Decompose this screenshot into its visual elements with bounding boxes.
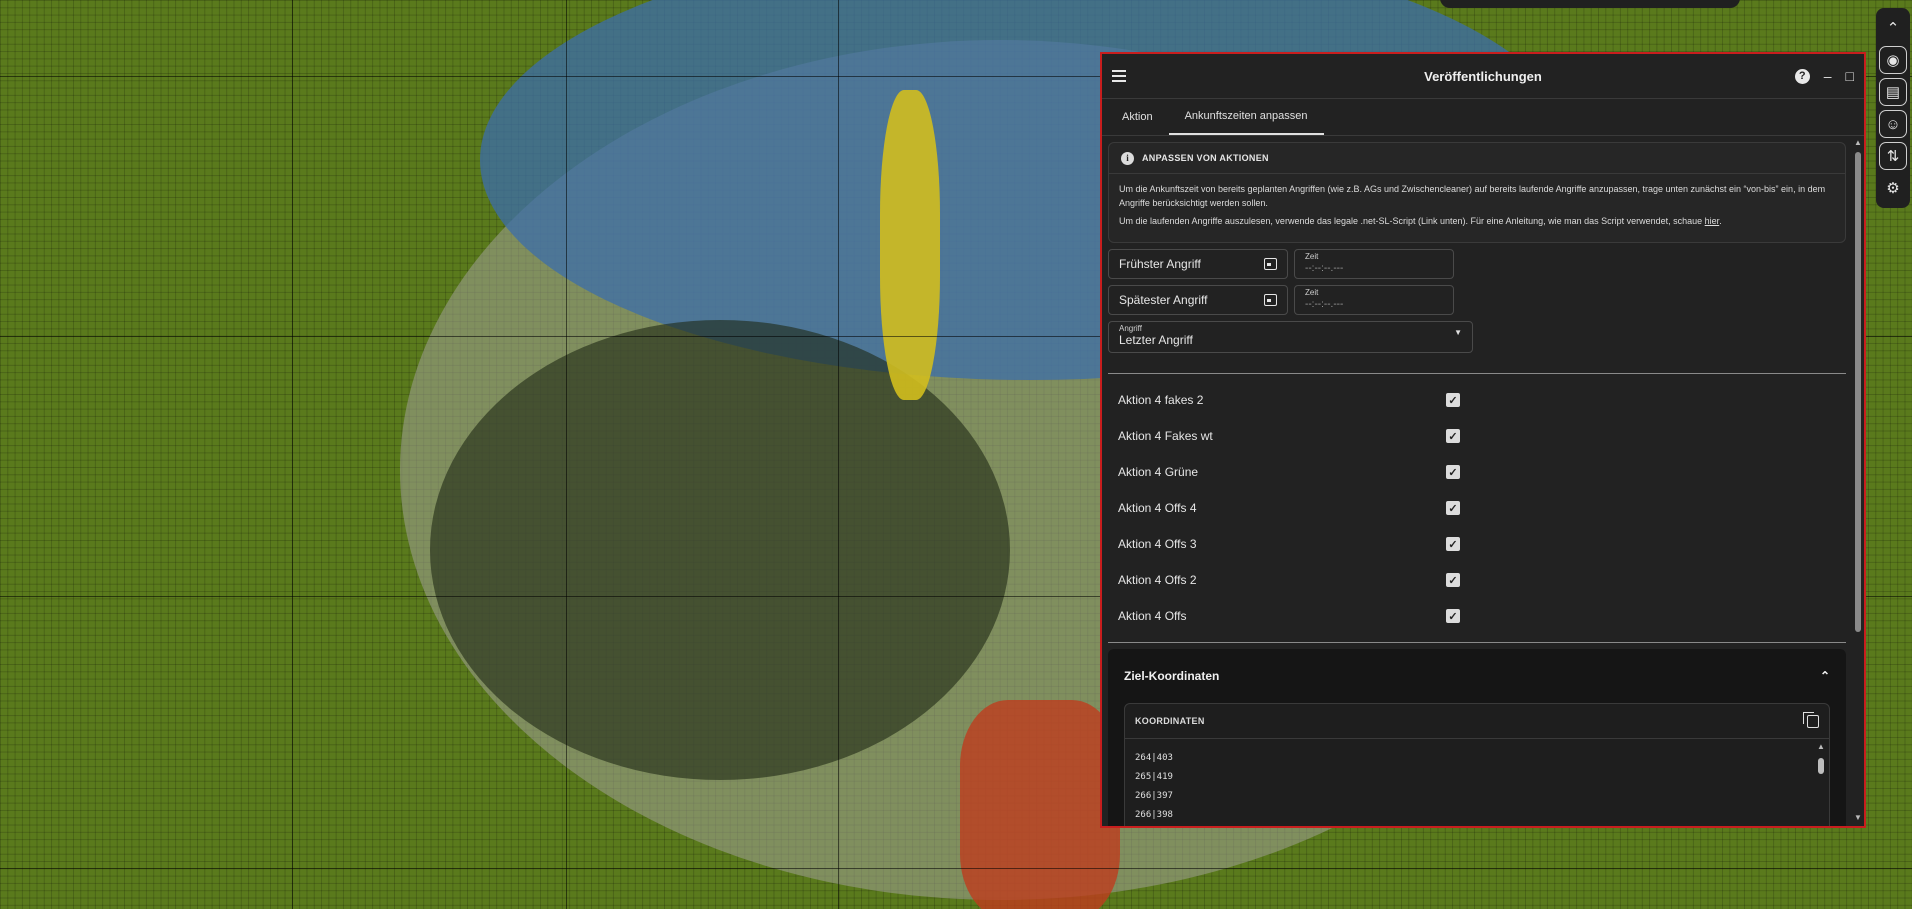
list-item: 264|403: [1135, 753, 1173, 763]
checkbox[interactable]: ✓: [1446, 429, 1460, 443]
target-coordinates-section: Ziel-Koordinaten ⌃ KOORDINATEN 264|403 2…: [1108, 649, 1846, 826]
earliest-time-field[interactable]: Zeit --:--:--.---: [1294, 249, 1454, 279]
list-item: Aktion 4 Offs 3 ✓: [1108, 526, 1846, 562]
list-item: 265|419: [1135, 772, 1173, 782]
accordion-header[interactable]: Ziel-Koordinaten ⌃: [1124, 649, 1830, 703]
map-grid-line: [0, 868, 1912, 869]
info-text-2: Um die laufenden Angriffe auszulesen, ve…: [1119, 216, 1722, 226]
list-item: Aktion 4 fakes 2 ✓: [1108, 382, 1846, 418]
coordinates-list[interactable]: 264|403 265|419 266|397 266|398: [1125, 739, 1829, 826]
checkbox[interactable]: ✓: [1446, 501, 1460, 515]
side-rail: ⌃ ◉ ▤ ☺ ⇅ ⚙: [1876, 8, 1910, 208]
list-item: Aktion 4 Fakes wt ✓: [1108, 418, 1846, 454]
latest-time-field[interactable]: Zeit --:--:--.---: [1294, 285, 1454, 315]
info-box: i ANPASSEN VON AKTIONEN Um die Ankunftsz…: [1108, 142, 1846, 243]
top-toolbar: [1440, 0, 1740, 8]
chevron-up-icon[interactable]: ⌃: [1820, 669, 1830, 683]
earliest-date-field[interactable]: Frühster Angriff: [1108, 249, 1288, 279]
info-icon: i: [1121, 151, 1134, 165]
attack-select[interactable]: Angriff Letzter Angriff ▼: [1108, 321, 1473, 353]
menu-icon[interactable]: [1112, 70, 1126, 82]
coordinates-box: KOORDINATEN 264|403 265|419 266|397 266|…: [1124, 703, 1830, 826]
section-title: Ziel-Koordinaten: [1124, 669, 1220, 683]
checkbox[interactable]: ✓: [1446, 537, 1460, 551]
list-item: 266|398: [1135, 810, 1173, 820]
tab-ankunftszeiten[interactable]: Ankunftszeiten anpassen: [1168, 99, 1324, 135]
calendar-icon[interactable]: [1264, 258, 1277, 270]
tab-bar: Aktion Ankunftszeiten anpassen: [1102, 99, 1864, 136]
list-item: Aktion 4 Offs 4 ✓: [1108, 490, 1846, 526]
account-icon[interactable]: ☺: [1879, 110, 1907, 138]
checkbox[interactable]: ✓: [1446, 573, 1460, 587]
map-icon[interactable]: ◉: [1879, 46, 1907, 74]
info-heading: ANPASSEN VON AKTIONEN: [1142, 153, 1269, 163]
latest-date-field[interactable]: Spätester Angriff: [1108, 285, 1288, 315]
chevron-up-icon[interactable]: ⌃: [1879, 14, 1907, 42]
coordinates-label: KOORDINATEN: [1135, 716, 1205, 726]
earliest-row: Frühster Angriff Zeit --:--:--.---: [1108, 249, 1846, 279]
checkbox[interactable]: ✓: [1446, 465, 1460, 479]
window-titlebar[interactable]: Veröffentlichungen ? – □: [1102, 54, 1864, 99]
calendar-icon[interactable]: [1264, 294, 1277, 306]
list-item: Aktion 4 Grüne ✓: [1108, 454, 1846, 490]
list-item: 266|397: [1135, 791, 1173, 801]
checkbox[interactable]: ✓: [1446, 393, 1460, 407]
map-region-red: [960, 700, 1120, 909]
latest-row: Spätester Angriff Zeit --:--:--.---: [1108, 285, 1846, 315]
document-icon[interactable]: ▤: [1879, 78, 1907, 106]
route-icon[interactable]: ⇅: [1879, 142, 1907, 170]
maximize-icon[interactable]: □: [1846, 68, 1854, 84]
panel-content: i ANPASSEN VON AKTIONEN Um die Ankunftsz…: [1102, 136, 1852, 826]
caret-down-icon: ▼: [1454, 328, 1462, 337]
tab-aktion[interactable]: Aktion: [1106, 99, 1169, 135]
info-text-1: Um die Ankunftszeit von bereits geplante…: [1119, 184, 1826, 208]
copy-icon[interactable]: [1803, 711, 1819, 728]
divider: [1108, 642, 1846, 643]
map-grid-line: [292, 0, 293, 909]
map-grid-line: [566, 0, 567, 909]
scrollbar[interactable]: ▲ ▼: [1854, 138, 1862, 822]
window-title: Veröffentlichungen: [1424, 68, 1542, 84]
guide-link[interactable]: hier: [1705, 216, 1720, 226]
gear-icon[interactable]: ⚙: [1879, 174, 1907, 202]
map-grid-line: [838, 0, 839, 909]
list-item: Aktion 4 Offs ✓: [1108, 598, 1846, 634]
publications-window: Veröffentlichungen ? – □ Aktion Ankunfts…: [1100, 52, 1866, 828]
action-list: Aktion 4 fakes 2 ✓ Aktion 4 Fakes wt ✓ Akt…: [1108, 382, 1846, 634]
scrollbar[interactable]: ▲: [1817, 742, 1825, 826]
map-region-yellow: [880, 90, 940, 400]
divider: [1108, 373, 1846, 374]
help-icon[interactable]: ?: [1794, 68, 1810, 84]
list-item: Aktion 4 Offs 2 ✓: [1108, 562, 1846, 598]
checkbox[interactable]: ✓: [1446, 609, 1460, 623]
minimize-icon[interactable]: –: [1824, 68, 1832, 84]
